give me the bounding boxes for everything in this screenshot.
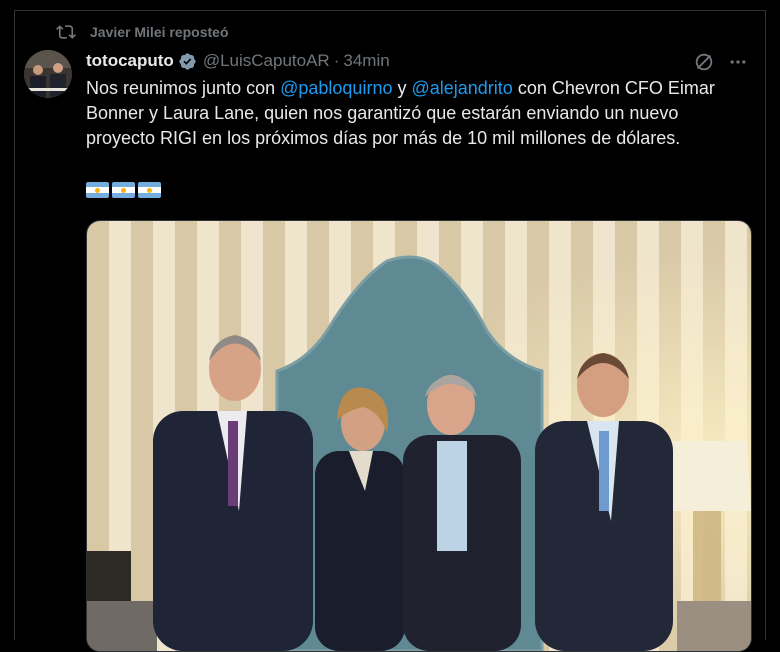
argentina-flag-icon bbox=[86, 182, 109, 198]
avatar[interactable] bbox=[24, 50, 72, 98]
more-icon[interactable] bbox=[726, 50, 750, 74]
timestamp[interactable]: 34min bbox=[343, 51, 389, 71]
tweet-container[interactable]: Javier Milei reposteó totocaputo @LuisCa… bbox=[0, 0, 780, 652]
divider bbox=[14, 10, 15, 640]
text-segment: y bbox=[392, 78, 412, 98]
grok-icon[interactable] bbox=[692, 50, 716, 74]
divider bbox=[14, 10, 766, 11]
repost-label: Javier Milei reposteó bbox=[90, 24, 229, 40]
separator-dot: · bbox=[333, 51, 340, 70]
display-name[interactable]: totocaputo bbox=[86, 51, 174, 71]
repost-icon bbox=[56, 22, 76, 42]
argentina-flag-icon bbox=[112, 182, 135, 198]
mention-link[interactable]: @alejandrito bbox=[411, 78, 512, 98]
user-handle[interactable]: @LuisCaputoAR bbox=[203, 51, 330, 71]
repost-context[interactable]: Javier Milei reposteó bbox=[56, 22, 229, 42]
verified-badge-icon[interactable] bbox=[178, 52, 197, 71]
text-segment: Nos reunimos junto con bbox=[86, 78, 281, 98]
tweet-header: totocaputo @LuisCaputoAR · 34min bbox=[86, 50, 390, 72]
flag-emojis bbox=[86, 182, 161, 198]
mention-link[interactable]: @pabloquirno bbox=[280, 78, 392, 98]
argentina-flag-icon bbox=[138, 182, 161, 198]
divider bbox=[765, 10, 766, 640]
tweet-text: Nos reunimos junto con @pabloquirno y @a… bbox=[86, 76, 746, 151]
tweet-photo[interactable] bbox=[86, 220, 752, 652]
